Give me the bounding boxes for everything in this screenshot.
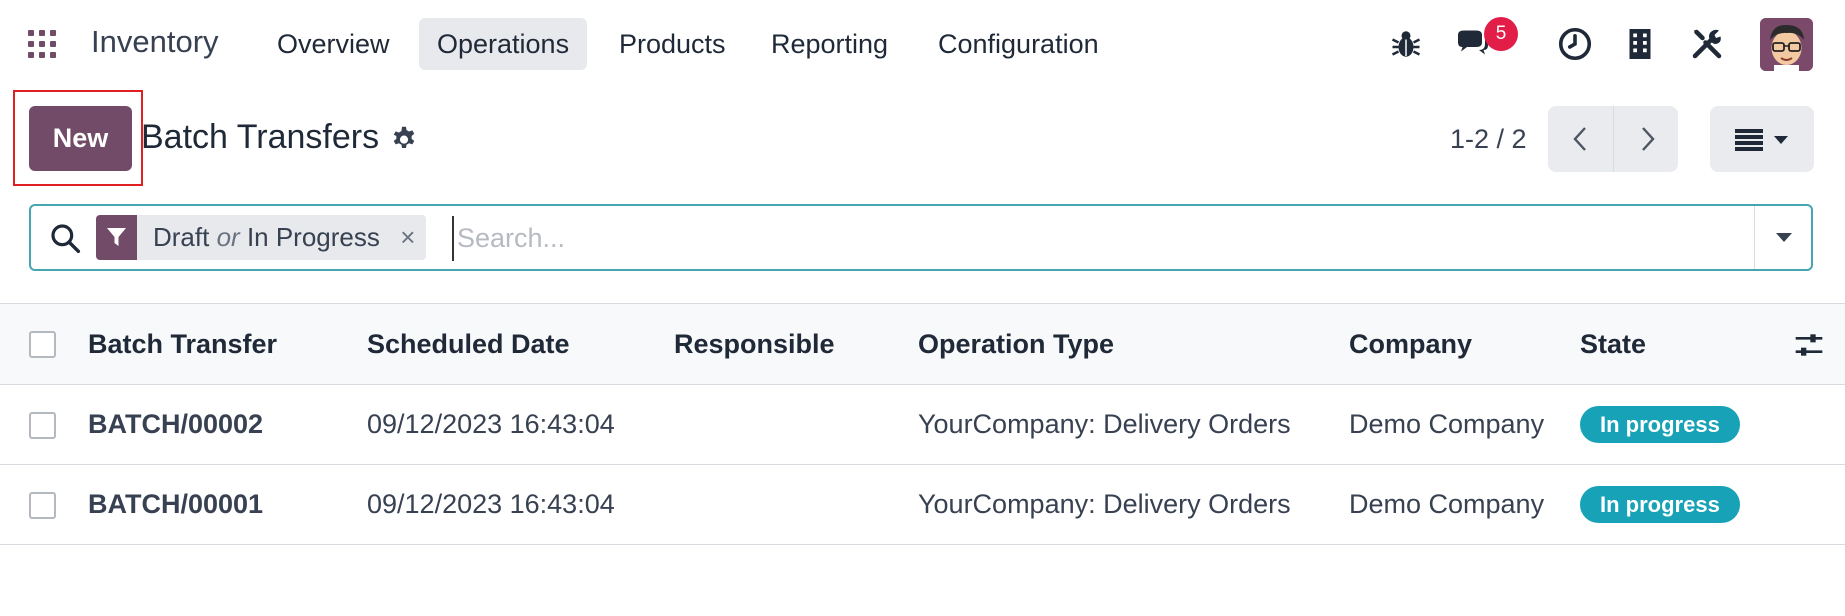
facet-value-draft: Draft bbox=[153, 222, 210, 252]
chevron-left-icon bbox=[1573, 127, 1586, 151]
cell-state: In progress bbox=[1580, 385, 1740, 464]
table-row[interactable]: BATCH/00002 09/12/2023 16:43:04 YourComp… bbox=[0, 385, 1845, 465]
state-badge: In progress bbox=[1580, 486, 1740, 523]
remove-facet-button[interactable]: × bbox=[390, 215, 426, 260]
cell-batch-transfer: BATCH/00001 bbox=[88, 489, 264, 519]
pager-previous-button[interactable] bbox=[1548, 106, 1613, 172]
pager-next-button[interactable] bbox=[1613, 106, 1678, 172]
filter-icon bbox=[96, 215, 137, 260]
row-checkbox[interactable] bbox=[29, 491, 56, 519]
cell-operation-type: YourCompany: Delivery Orders bbox=[918, 409, 1291, 439]
table-row[interactable]: BATCH/00001 09/12/2023 16:43:04 YourComp… bbox=[0, 465, 1845, 545]
caret-down-icon bbox=[1774, 136, 1788, 144]
pager-value[interactable]: 1-2 / 2 bbox=[1450, 124, 1527, 155]
menu-reporting[interactable]: Reporting bbox=[753, 18, 906, 70]
column-header-batch-transfer[interactable]: Batch Transfer bbox=[88, 304, 277, 384]
user-avatar[interactable] bbox=[1760, 18, 1813, 71]
search-icon[interactable] bbox=[49, 222, 81, 254]
column-header-state[interactable]: State bbox=[1580, 304, 1646, 384]
select-all-checkbox[interactable] bbox=[29, 331, 56, 358]
message-count-badge: 5 bbox=[1484, 17, 1518, 51]
caret-down-icon bbox=[1776, 233, 1792, 242]
search-input[interactable] bbox=[452, 216, 1762, 261]
new-button[interactable]: New bbox=[29, 106, 132, 171]
table-header: Batch Transfer Scheduled Date Responsibl… bbox=[0, 303, 1845, 385]
search-options-toggle[interactable] bbox=[1754, 206, 1813, 269]
tools-icon[interactable] bbox=[1689, 26, 1725, 62]
filter-facet-label: Draft or In Progress bbox=[137, 215, 390, 260]
filter-facet[interactable]: Draft or In Progress × bbox=[96, 215, 426, 260]
menu-products[interactable]: Products bbox=[601, 18, 744, 70]
pager-buttons bbox=[1548, 106, 1678, 172]
cell-scheduled-date: 09/12/2023 16:43:04 bbox=[367, 489, 615, 519]
facet-value-in-progress: In Progress bbox=[246, 222, 380, 252]
clock-icon[interactable] bbox=[1557, 26, 1593, 62]
column-header-company[interactable]: Company bbox=[1349, 304, 1472, 384]
cell-company: Demo Company bbox=[1349, 489, 1545, 519]
menu-operations[interactable]: Operations bbox=[419, 18, 588, 70]
app-brand[interactable]: Inventory bbox=[91, 24, 219, 60]
menu-configuration[interactable]: Configuration bbox=[920, 18, 1117, 70]
gear-icon[interactable] bbox=[390, 125, 418, 153]
state-badge: In progress bbox=[1580, 406, 1740, 443]
cell-batch-transfer: BATCH/00002 bbox=[88, 409, 264, 439]
menu-overview[interactable]: Overview bbox=[259, 18, 408, 70]
page-title: Batch Transfers bbox=[141, 118, 380, 156]
top-navbar: Inventory Overview Operations Products R… bbox=[0, 0, 1845, 88]
search-bar: Draft or In Progress × bbox=[29, 204, 1813, 271]
column-header-scheduled-date[interactable]: Scheduled Date bbox=[367, 304, 570, 384]
facet-separator: or bbox=[216, 222, 240, 252]
apps-grid-icon[interactable] bbox=[28, 30, 58, 60]
view-switcher-button[interactable] bbox=[1710, 106, 1814, 172]
column-header-responsible[interactable]: Responsible bbox=[674, 304, 835, 384]
cell-company: Demo Company bbox=[1349, 409, 1545, 439]
optional-columns-icon[interactable] bbox=[1793, 329, 1825, 361]
cell-operation-type: YourCompany: Delivery Orders bbox=[918, 489, 1291, 519]
cell-state: In progress bbox=[1580, 465, 1740, 544]
building-icon[interactable] bbox=[1622, 26, 1658, 62]
row-checkbox[interactable] bbox=[29, 411, 56, 439]
column-header-operation-type[interactable]: Operation Type bbox=[918, 304, 1114, 384]
bug-icon[interactable] bbox=[1388, 26, 1424, 62]
chevron-right-icon bbox=[1642, 127, 1655, 151]
list-view-icon bbox=[1735, 129, 1763, 151]
batch-transfers-table: Batch Transfer Scheduled Date Responsibl… bbox=[0, 303, 1845, 545]
cell-scheduled-date: 09/12/2023 16:43:04 bbox=[367, 409, 615, 439]
